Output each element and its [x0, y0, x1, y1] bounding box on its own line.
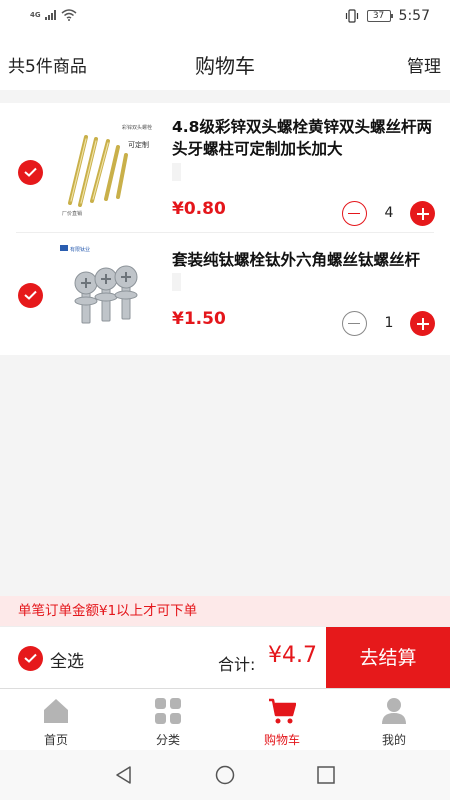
- quantity-value[interactable]: 1: [374, 315, 404, 331]
- nav-label: 首页: [43, 733, 68, 747]
- nav-label: 购物车: [263, 733, 300, 747]
- cart-item: 有限钛业 套装纯钛螺栓钛外六角螺丝钛螺丝杆 ¥1.50 1: [0, 233, 450, 355]
- signal-icon: [44, 10, 56, 20]
- total-label: 合计:: [218, 655, 256, 674]
- check-icon: [24, 653, 37, 663]
- nav-item-home[interactable]: 首页: [0, 689, 112, 751]
- user-icon: [382, 698, 406, 724]
- product-image[interactable]: 有限钛业: [56, 239, 158, 349]
- vibrate-icon: [345, 9, 358, 23]
- checkout-bar: 全选 合计: ¥4.7 去结算: [0, 626, 450, 689]
- product-price: ¥0.80: [172, 199, 226, 219]
- decrease-quantity-button[interactable]: [342, 311, 367, 336]
- grid-icon: [155, 698, 181, 724]
- thumb-label: 厂价直销: [62, 210, 82, 217]
- nav-item-category[interactable]: 分类: [112, 689, 224, 751]
- back-icon[interactable]: [114, 765, 134, 785]
- clock: 5:57: [398, 8, 430, 24]
- system-nav-bar: [0, 750, 450, 800]
- wifi-icon: [61, 9, 77, 21]
- bolt-rods-image: 彩锌双头螺栓 可定制 厂价直销: [56, 111, 158, 221]
- total-amount: ¥4.7: [268, 643, 317, 668]
- network-indicator: 4G: [30, 11, 41, 19]
- cart-list: 彩锌双头螺栓 可定制 厂价直销 4.8级彩锌双头螺栓黄锌双头螺丝杆两头牙螺柱可定…: [0, 103, 450, 355]
- nav-label: 我的: [381, 733, 406, 747]
- checkout-button[interactable]: 去结算: [326, 627, 450, 689]
- select-all-checkbox[interactable]: [18, 646, 43, 671]
- quantity-value[interactable]: 4: [374, 205, 404, 221]
- cart-item: 彩锌双头螺栓 可定制 厂价直销 4.8级彩锌双头螺栓黄锌双头螺丝杆两头牙螺柱可定…: [0, 103, 450, 233]
- home-icon: [44, 699, 68, 723]
- product-price: ¥1.50: [172, 309, 226, 329]
- check-icon: [24, 290, 37, 300]
- bottom-nav: 首页 分类 购物车 我的: [0, 688, 450, 750]
- battery-icon: 37: [366, 10, 393, 22]
- nav-item-cart[interactable]: 购物车: [226, 689, 338, 751]
- spec-placeholder: [172, 273, 181, 291]
- spec-placeholder: [172, 163, 181, 181]
- status-bar: 4G 37 5:57: [0, 0, 450, 36]
- decrease-quantity-button[interactable]: [342, 201, 367, 226]
- product-name[interactable]: 套装纯钛螺栓钛外六角螺丝钛螺丝杆: [172, 249, 440, 271]
- product-name[interactable]: 4.8级彩锌双头螺栓黄锌双头螺丝杆两头牙螺柱可定制加长加大: [172, 116, 440, 160]
- manage-button[interactable]: 管理: [407, 52, 441, 77]
- header: 共5件商品 购物车 管理: [0, 36, 450, 90]
- nav-label: 分类: [155, 733, 180, 747]
- thumb-label: 有限钛业: [70, 246, 90, 253]
- item-checkbox[interactable]: [18, 160, 43, 185]
- increase-quantity-button[interactable]: [410, 201, 435, 226]
- recents-icon[interactable]: [316, 765, 336, 785]
- minimum-order-notice: 单笔订单金额¥1以上才可下单: [0, 596, 450, 626]
- thumb-label: 彩锌双头螺栓: [122, 124, 152, 131]
- item-count: 共5件商品: [8, 57, 87, 77]
- check-icon: [24, 167, 37, 177]
- titanium-bolts-image: 有限钛业: [56, 239, 158, 349]
- increase-quantity-button[interactable]: [410, 311, 435, 336]
- select-all-label[interactable]: 全选: [50, 647, 84, 672]
- home-circle-icon[interactable]: [215, 765, 235, 785]
- thumb-label: 可定制: [128, 140, 149, 149]
- cart-icon: [269, 698, 296, 724]
- item-checkbox[interactable]: [18, 283, 43, 308]
- product-image[interactable]: 彩锌双头螺栓 可定制 厂价直销: [56, 111, 158, 221]
- nav-item-profile[interactable]: 我的: [338, 689, 450, 751]
